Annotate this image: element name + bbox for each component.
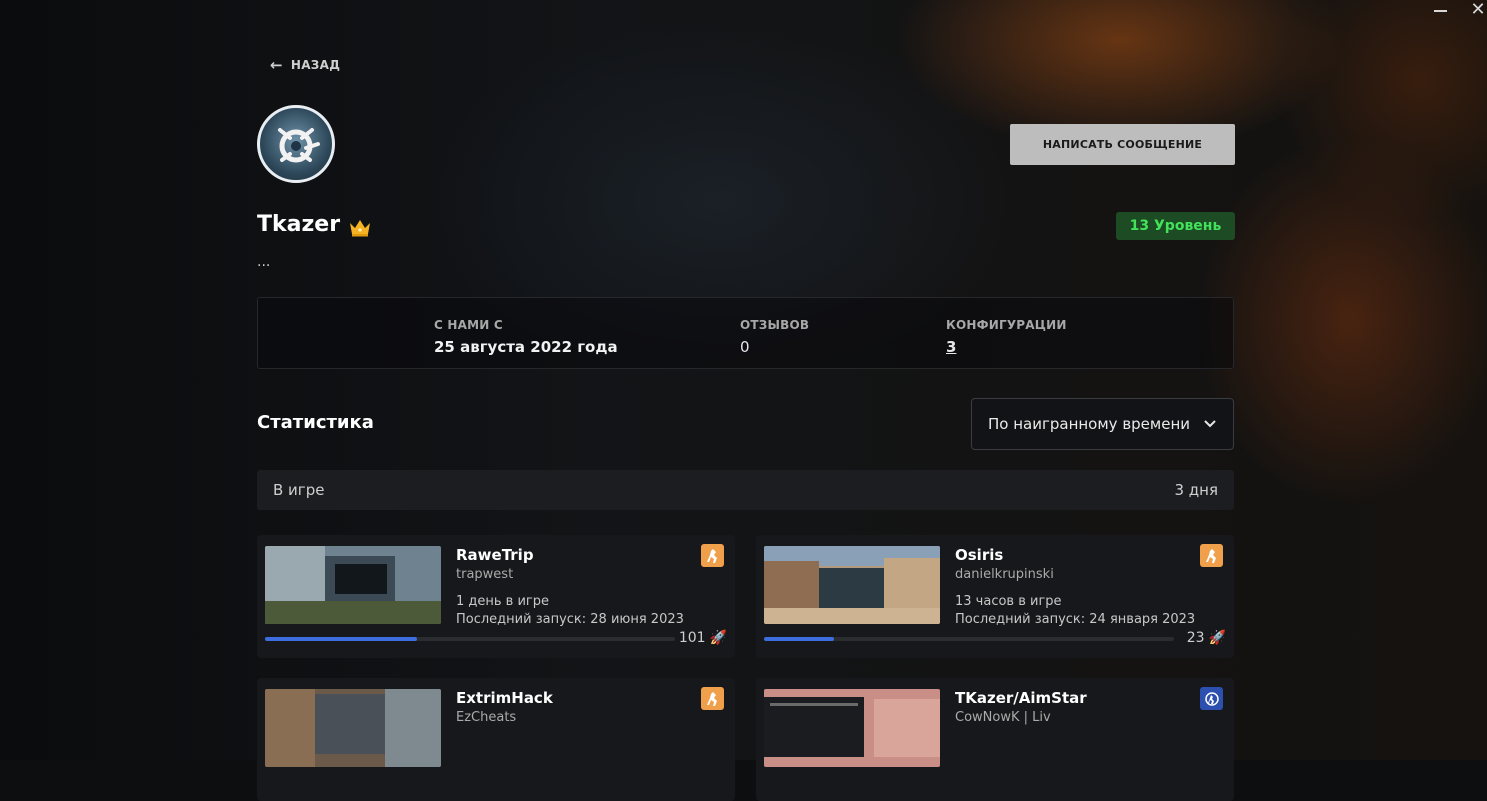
reviews-label: ОТЗЫВОВ [740,318,810,332]
arrow-left-icon: ← [270,56,283,74]
configs-label: КОНФИГУРАЦИИ [946,318,1067,332]
card-thumbnail [764,689,940,767]
config-card[interactable]: ExtrimHack EzCheats [257,678,735,801]
rocket-icon: 🚀 [1208,630,1226,646]
in-game-label: В игре [273,481,325,499]
card-author: EzCheats [456,710,517,725]
card-name: TKazer/AimStar [955,689,1087,707]
reviews-value: 0 [740,338,750,356]
reviews: ОТЗЫВОВ 0 [740,318,809,356]
card-name: RaweTrip [456,546,534,564]
card-thumbnail [265,689,441,767]
level-badge: 13 Уровень [1116,212,1235,240]
launch-count: 101 🚀 [679,630,727,646]
minimize-icon[interactable] [1430,0,1450,20]
chevron-down-icon [1203,415,1217,433]
back-button[interactable]: ← НАЗАД [270,56,340,74]
progress-fill [265,637,417,641]
username: Tkazer [257,212,341,237]
configs-link[interactable]: 3 [946,338,1067,356]
config-card[interactable]: RaweTrip trapwest 1 день в игре Последни… [257,535,735,658]
card-last-run: Последний запуск: 28 июня 2023 [456,612,684,627]
launch-count-value: 101 [678,630,706,646]
avatar [257,105,335,183]
crown-icon [348,217,372,237]
launch-count-value: 23 [1186,630,1205,646]
progress-fill [764,637,834,641]
launch-count: 23 🚀 [1187,630,1226,646]
card-last-run: Последний запуск: 24 января 2023 [955,612,1196,627]
csgo-icon [701,687,724,710]
close-icon[interactable]: ✕ [1468,0,1487,20]
member-since: С НАМИ С 25 августа 2022 года [434,318,618,356]
card-thumbnail [265,546,441,624]
background-art [0,0,1487,760]
member-since-value: 25 августа 2022 года [434,338,618,356]
cs2-icon [1200,687,1223,710]
card-author: CowNowK | Liv [955,710,1051,725]
card-playtime: 1 день в игре [456,594,550,609]
card-author: trapwest [456,567,514,582]
rocket-icon: 🚀 [709,630,727,646]
card-playtime: 13 часов в игре [955,594,1062,609]
username-row: Tkazer [257,212,372,237]
send-message-button[interactable]: НАПИСАТЬ СООБЩЕНИЕ [1010,124,1235,165]
card-name: Osiris [955,546,1004,564]
config-card[interactable]: TKazer/AimStar CowNowK | Liv [756,678,1234,801]
bio: ... [257,254,271,270]
card-thumbnail [764,546,940,624]
launches-progress-bar [764,637,1174,641]
config-card[interactable]: Osiris danielkrupinski 13 часов в игре П… [756,535,1234,658]
back-label: НАЗАД [290,58,341,72]
in-game-value: 3 дня [1174,481,1218,499]
stats-title: Статистика [257,412,374,433]
configs: КОНФИГУРАЦИИ 3 [946,318,1067,356]
in-game-summary: В игре 3 дня [257,470,1234,510]
sort-select[interactable]: По наигранному времени [971,398,1234,450]
csgo-icon [701,544,724,567]
card-name: ExtrimHack [456,689,553,707]
csgo-icon [1200,544,1223,567]
card-author: danielkrupinski [955,567,1054,582]
sort-selected-label: По наигранному времени [988,415,1191,433]
member-since-label: С НАМИ С [434,318,503,332]
profile-info-panel: С НАМИ С 25 августа 2022 года ОТЗЫВОВ 0 … [257,297,1234,369]
launches-progress-bar [265,637,675,641]
